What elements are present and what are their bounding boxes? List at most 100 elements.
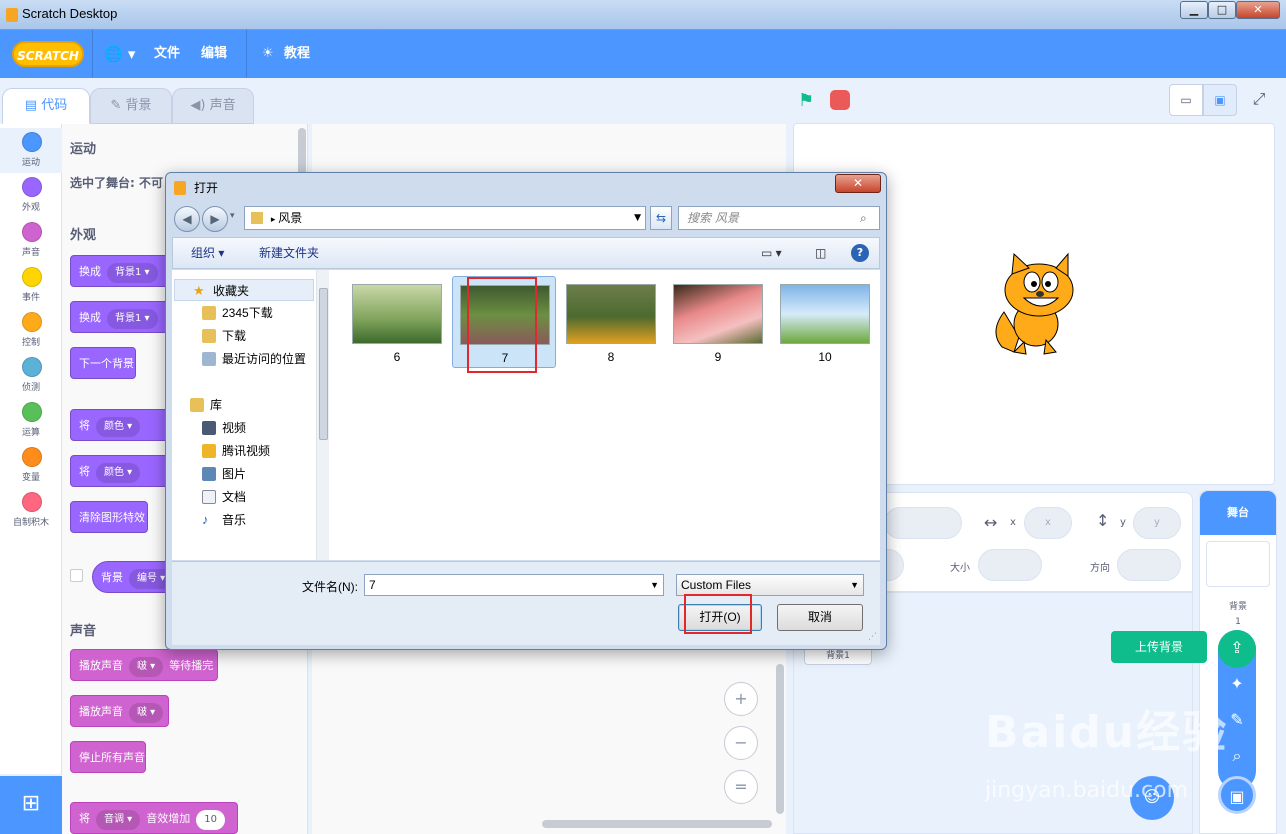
stop-icon[interactable]: [830, 90, 850, 110]
file-item-selected[interactable]: 7: [452, 276, 556, 373]
green-flag-icon[interactable]: ⚑: [798, 90, 820, 111]
start-sound-block[interactable]: 播放声音啵 ▾: [70, 695, 169, 727]
category-sensing[interactable]: 侦测: [0, 353, 62, 398]
control-dot-icon: [22, 312, 42, 332]
backdrop-dropdown[interactable]: 背景1 ▾: [107, 309, 158, 329]
category-operators[interactable]: 运算: [0, 398, 62, 443]
large-stage-button[interactable]: ▣: [1203, 84, 1237, 116]
sound-effect-dropdown[interactable]: 音调 ▾: [96, 810, 141, 830]
preview-pane-icon[interactable]: ◫: [815, 238, 826, 268]
category-control[interactable]: 控制: [0, 308, 62, 353]
category-motion[interactable]: 运动: [0, 128, 62, 173]
nav-music[interactable]: ♪ 音乐: [172, 509, 312, 531]
scratch-cat-sprite[interactable]: [984, 252, 1084, 357]
cancel-button[interactable]: 取消: [777, 604, 863, 631]
nav-libraries[interactable]: 库: [172, 394, 312, 416]
close-window-button[interactable]: ✕: [1236, 1, 1280, 19]
edit-menu[interactable]: 编辑: [201, 30, 227, 78]
category-sound[interactable]: 声音: [0, 218, 62, 263]
category-my-blocks[interactable]: 自制积木: [0, 488, 62, 533]
nav-recent-places[interactable]: 最近访问的位置: [172, 348, 312, 370]
nav-scrollbar[interactable]: [316, 270, 330, 560]
view-options-icon[interactable]: ▭ ▾: [761, 238, 782, 268]
nav-favorites[interactable]: ★ 收藏夹: [174, 279, 314, 301]
sound-dropdown[interactable]: 啵 ▾: [129, 703, 164, 723]
script-scrollbar-v[interactable]: [776, 664, 784, 814]
backdrop-dropdown[interactable]: 背景1 ▾: [107, 263, 158, 283]
script-scrollbar-h[interactable]: [542, 820, 772, 828]
search-icon: ⌕: [1232, 746, 1242, 765]
y-input[interactable]: y: [1133, 507, 1181, 539]
forward-button[interactable]: ▶: [202, 206, 228, 232]
search-icon[interactable]: ⌕: [860, 211, 867, 226]
filename-dropdown-icon[interactable]: ▼: [650, 575, 659, 595]
nav-tencent-video[interactable]: 腾讯视频: [172, 440, 312, 462]
fullscreen-button[interactable]: ⤢: [1242, 84, 1276, 116]
nav-downloads[interactable]: 下载: [172, 325, 312, 347]
effect-dropdown[interactable]: 颜色 ▾: [96, 463, 141, 483]
tab-backdrops[interactable]: ✎ 背景: [90, 88, 172, 124]
category-variables[interactable]: 变量: [0, 443, 62, 488]
address-dropdown-icon[interactable]: ▼: [634, 207, 641, 229]
minimize-button[interactable]: ▁: [1180, 1, 1208, 19]
stop-all-sounds-block[interactable]: 停止所有声音: [70, 741, 146, 773]
file-menu[interactable]: 文件: [154, 30, 180, 78]
zoom-reset-button[interactable]: =: [724, 770, 758, 804]
resize-grip-icon[interactable]: ⋰: [868, 632, 877, 642]
switch-backdrop-block[interactable]: 换成 背景1 ▾: [70, 255, 180, 287]
highlight-box: [467, 277, 537, 373]
direction-input[interactable]: [1117, 549, 1181, 581]
tab-sounds[interactable]: ◀) 声音: [172, 88, 254, 124]
category-events[interactable]: 事件: [0, 263, 62, 308]
new-folder-button[interactable]: 新建文件夹: [259, 238, 319, 268]
scratch-logo[interactable]: SCRATCH: [12, 41, 84, 67]
tutorials-menu[interactable]: 教程: [284, 30, 310, 78]
file-type-select[interactable]: Custom Files ▼: [676, 574, 864, 596]
search-input[interactable]: 搜索 风景: [678, 206, 880, 230]
change-pitch-block[interactable]: 将音调 ▾ 音效增加 10: [70, 802, 238, 834]
reporter-checkbox[interactable]: [70, 569, 83, 582]
set-effect-block[interactable]: 将颜色 ▾: [70, 455, 180, 487]
sound-dropdown[interactable]: 啵 ▾: [129, 657, 164, 677]
add-extension-button[interactable]: ⊞: [0, 776, 62, 834]
history-dropdown[interactable]: ▾: [230, 211, 235, 221]
backdrop-menu-button[interactable]: ▣: [1218, 776, 1256, 814]
filename-input[interactable]: 7 ▼: [364, 574, 664, 596]
nav-pictures[interactable]: 图片: [172, 463, 312, 485]
change-effect-block[interactable]: 将颜色 ▾: [70, 409, 180, 441]
file-item[interactable]: 10: [773, 276, 877, 368]
organize-menu[interactable]: 组织 ▾: [191, 238, 224, 268]
x-input[interactable]: x: [1024, 507, 1072, 539]
sprite-name-field[interactable]: [884, 507, 962, 539]
nav-scroll-thumb[interactable]: [319, 288, 328, 440]
address-bar[interactable]: ▸ 风景 ▼: [244, 206, 646, 230]
size-input[interactable]: [978, 549, 1042, 581]
language-menu[interactable]: 🌐 ▾: [104, 30, 135, 78]
address-folder[interactable]: 风景: [278, 211, 302, 225]
nav-videos[interactable]: 视频: [172, 417, 312, 439]
effect-dropdown[interactable]: 颜色 ▾: [96, 417, 141, 437]
dialog-close-button[interactable]: ✕: [835, 174, 881, 193]
help-icon[interactable]: ?: [851, 244, 869, 262]
zoom-in-button[interactable]: +: [724, 682, 758, 716]
tab-code[interactable]: ▤ 代码: [2, 88, 90, 124]
refresh-button[interactable]: ⇆: [650, 206, 672, 230]
next-backdrop-block[interactable]: 下一个背景: [70, 347, 136, 379]
file-item[interactable]: 8: [559, 276, 663, 368]
file-type-dropdown-icon[interactable]: ▼: [850, 575, 859, 595]
nav-documents[interactable]: 文档: [172, 486, 312, 508]
nav-2345-downloads[interactable]: 2345下载: [172, 302, 312, 324]
file-item[interactable]: 6: [345, 276, 449, 368]
back-button[interactable]: ◀: [174, 206, 200, 232]
maximize-button[interactable]: □: [1208, 1, 1236, 19]
zoom-out-button[interactable]: −: [724, 726, 758, 760]
number-input[interactable]: 10: [196, 810, 225, 830]
play-sound-until-done-block[interactable]: 播放声音啵 ▾ 等待播完: [70, 649, 218, 681]
upload-backdrop-button[interactable]: ⇪: [1218, 630, 1256, 668]
small-stage-button[interactable]: ▭: [1169, 84, 1203, 116]
clear-graphic-effects-block[interactable]: 清除图形特效: [70, 501, 148, 533]
stage-thumbnail[interactable]: [1206, 541, 1270, 587]
category-looks[interactable]: 外观: [0, 173, 62, 218]
file-item[interactable]: 9: [666, 276, 770, 368]
switch-backdrop-wait-block[interactable]: 换成 背景1 ▾: [70, 301, 180, 333]
